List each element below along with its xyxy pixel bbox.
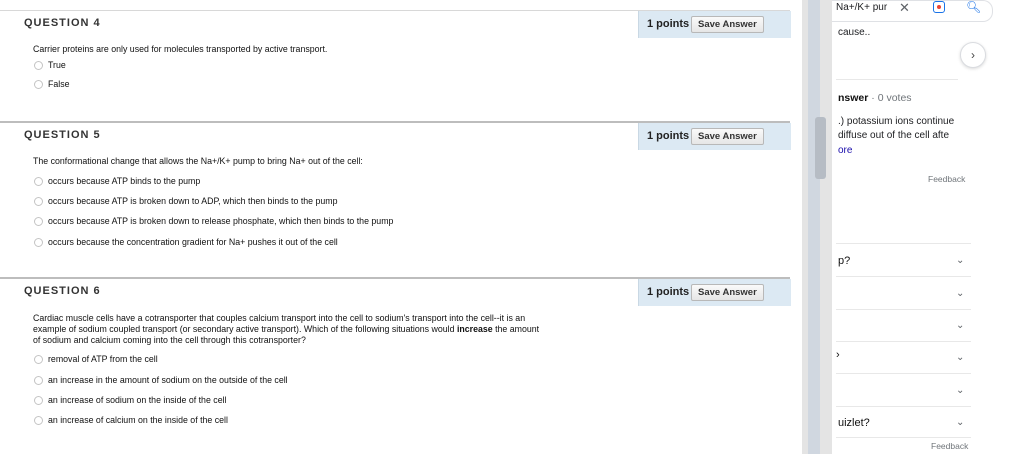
answer-header: nswer · 0 votes [838, 92, 912, 104]
question-5-text: The conformational change that allows th… [33, 156, 363, 166]
radio-button[interactable] [34, 415, 43, 425]
question-5-option-3[interactable]: occurs because ATP is broken down to rel… [34, 214, 393, 228]
question-5-option-2[interactable]: occurs because ATP is broken down to ADP… [34, 194, 338, 208]
paa-divider [836, 309, 971, 310]
more-link[interactable]: ore [838, 145, 852, 156]
answer-label: nswer [838, 92, 869, 104]
paa-divider [836, 243, 971, 244]
question-6-text-line-2b: the amount [492, 324, 540, 334]
question-4-points-box: 1 points Save Answer [638, 11, 791, 38]
radio-button[interactable] [34, 216, 43, 226]
question-6-option-2[interactable]: an increase in the amount of sodium on t… [34, 373, 288, 387]
question-6-option-3[interactable]: an increase of sodium on the inside of t… [34, 393, 227, 407]
radio-button[interactable] [34, 176, 43, 186]
question-4-save-answer-button[interactable]: Save Answer [691, 16, 764, 33]
paa-divider [836, 437, 971, 438]
answer-line-1: .) potassium ions continue [838, 116, 955, 127]
question-6-text-line-2a: example of sodium coupled transport (or … [33, 324, 455, 334]
question-4-option-true[interactable]: True [34, 58, 66, 72]
question-6-title: QUESTION 6 [24, 285, 101, 297]
question-6-text-line-1: Cardiac muscle cells have a cotransporte… [33, 313, 526, 323]
question-5-title: QUESTION 5 [24, 129, 101, 141]
chevron-down-icon[interactable]: ⌄ [956, 255, 964, 266]
search-icon[interactable]: 🔍︎ [966, 0, 981, 14]
option-label: occurs because ATP is broken down to ADP… [48, 196, 338, 206]
option-label: occurs because ATP binds to the pump [48, 176, 201, 186]
question-4-points: 1 points [647, 18, 690, 30]
option-label: occurs because the concentration gradien… [48, 237, 338, 247]
answer-separator: · [871, 92, 875, 104]
radio-button[interactable] [34, 354, 43, 364]
paa-divider [836, 373, 971, 374]
question-6-emphasis: increase [456, 324, 493, 334]
search-side-panel [832, 0, 1024, 454]
option-label: False [48, 79, 70, 89]
question-6-points-box: 1 points Save Answer [638, 279, 791, 306]
close-icon[interactable]: ✕ [899, 0, 910, 16]
question-6-header: QUESTION 6 1 points Save Answer [0, 279, 791, 307]
chevron-down-icon[interactable]: ⌄ [956, 417, 964, 428]
question-4-text: Carrier proteins are only used for molec… [33, 44, 328, 54]
radio-button[interactable] [34, 375, 43, 385]
question-6-text-line-3: of sodium and calcium coming into the ce… [33, 335, 306, 345]
question-6-text: Cardiac muscle cells have a cotransporte… [33, 313, 623, 346]
question-6-points: 1 points [647, 286, 690, 298]
feedback-link[interactable]: Feedback [928, 174, 965, 184]
radio-button[interactable] [34, 237, 43, 247]
search-query-text[interactable]: Na+/K+ pur [836, 2, 887, 13]
question-6-option-4[interactable]: an increase of calcium on the inside of … [34, 413, 228, 427]
background-scrollbar-thumb[interactable] [815, 117, 826, 179]
radio-button[interactable] [34, 60, 43, 70]
question-5-points: 1 points [647, 130, 690, 142]
question-6-text-line-2: example of sodium coupled transport (or … [33, 324, 623, 335]
chevron-down-icon[interactable]: ⌄ [956, 288, 964, 299]
paa-divider [836, 406, 971, 407]
snippet-text: cause.. [838, 27, 871, 38]
answer-votes: 0 votes [877, 92, 912, 104]
question-5-save-answer-button[interactable]: Save Answer [691, 128, 764, 145]
paa-question-4[interactable]: › [836, 349, 840, 361]
question-4-title: QUESTION 4 [24, 17, 101, 29]
question-5-header: QUESTION 5 1 points Save Answer [0, 123, 791, 151]
answer-line-2: diffuse out of the cell afte [838, 130, 950, 141]
carousel-next-button[interactable]: › [960, 42, 986, 68]
option-label: an increase in the amount of sodium on t… [48, 375, 288, 385]
chevron-down-icon[interactable]: ⌄ [956, 385, 964, 396]
option-label: an increase of calcium on the inside of … [48, 415, 228, 425]
question-5-points-box: 1 points Save Answer [638, 123, 791, 150]
feedback-link[interactable]: Feedback [931, 441, 968, 451]
background-window-inner [808, 0, 820, 454]
paa-divider [836, 276, 971, 277]
paa-question-6[interactable]: uizlet? [838, 417, 870, 429]
option-label: True [48, 60, 66, 70]
option-label: an increase of sodium on the inside of t… [48, 395, 227, 405]
camera-search-icon-dot [937, 5, 941, 9]
chevron-down-icon[interactable]: ⌄ [956, 320, 964, 331]
question-6-option-1[interactable]: removal of ATP from the cell [34, 352, 158, 366]
panel-divider [836, 79, 958, 80]
paa-question-1[interactable]: p? [838, 255, 850, 267]
chevron-down-icon[interactable]: ⌄ [956, 352, 964, 363]
option-label: removal of ATP from the cell [48, 354, 158, 364]
radio-button[interactable] [34, 395, 43, 405]
radio-button[interactable] [34, 196, 43, 206]
question-5-option-4[interactable]: occurs because the concentration gradien… [34, 235, 338, 249]
option-label: occurs because ATP is broken down to rel… [48, 216, 394, 226]
question-4-header: QUESTION 4 1 points Save Answer [0, 11, 791, 39]
question-6-save-answer-button[interactable]: Save Answer [691, 284, 764, 301]
radio-button[interactable] [34, 79, 43, 89]
question-4-option-false[interactable]: False [34, 77, 70, 91]
question-5-option-1[interactable]: occurs because ATP binds to the pump [34, 174, 200, 188]
paa-divider [836, 341, 971, 342]
